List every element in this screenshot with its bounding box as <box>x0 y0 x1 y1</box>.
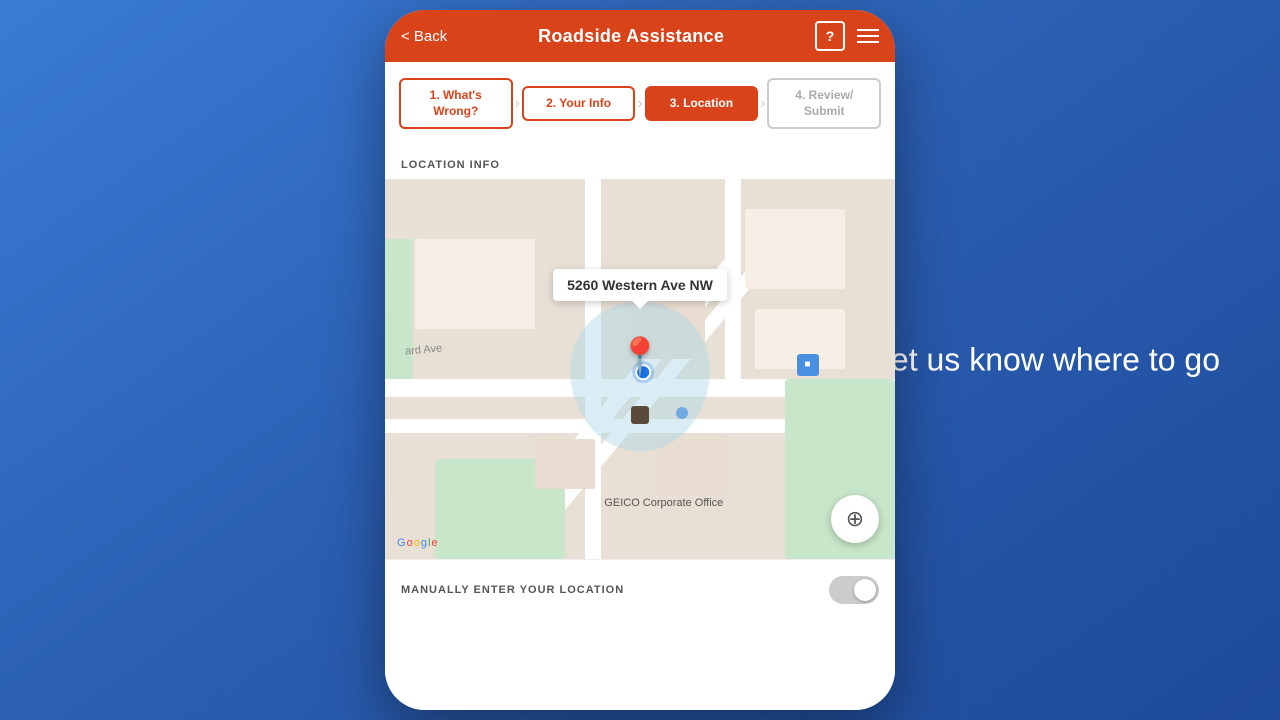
header-icons: ? <box>815 21 879 51</box>
manual-location-row: MANUALLY ENTER YOUR LOCATION <box>385 559 895 620</box>
g-yellow: o <box>414 537 420 549</box>
map-container[interactable]: ard Ave 5260 Western Ave NW 📍 ■ GEICO Co… <box>385 179 895 559</box>
step-4: 4. Review/ Submit <box>767 78 881 129</box>
step-3[interactable]: 3. Location <box>645 86 759 122</box>
map-pin: 📍 <box>618 336 663 378</box>
g-blue2: g <box>421 537 427 549</box>
brown-marker <box>631 406 649 424</box>
small-blue-dot <box>676 407 688 419</box>
hamburger-line <box>857 41 879 43</box>
step-1-label: 1. What's Wrong? <box>411 88 501 119</box>
hamburger-line <box>857 35 879 37</box>
help-button[interactable]: ? <box>815 21 845 51</box>
blue-marker-icon: ■ <box>804 359 810 370</box>
google-watermark: G o o g l e <box>397 537 438 549</box>
g-green: l <box>428 537 430 549</box>
address-tooltip: 5260 Western Ave NW <box>553 269 727 301</box>
step-1[interactable]: 1. What's Wrong? <box>399 78 513 129</box>
header-title: Roadside Assistance <box>538 26 724 47</box>
step-4-label: 4. Review/ Submit <box>779 88 869 119</box>
step-3-label: 3. Location <box>670 96 733 112</box>
target-icon: ⊕ <box>846 506 864 532</box>
my-location-button[interactable]: ⊕ <box>831 495 879 543</box>
step-arrow-1: › <box>515 95 520 113</box>
address-text: 5260 Western Ave NW <box>567 277 713 293</box>
step-arrow-3: › <box>760 95 765 113</box>
geico-label: GEICO Corporate Office <box>604 497 723 509</box>
location-section-label: LOCATION INFO <box>385 145 895 179</box>
phone-frame: < Back Roadside Assistance ? 1. What's W… <box>385 10 895 710</box>
back-button[interactable]: < Back <box>401 28 447 45</box>
step-2[interactable]: 2. Your Info <box>522 86 636 122</box>
blue-square-marker: ■ <box>797 354 819 376</box>
step-2-label: 2. Your Info <box>546 96 611 112</box>
step-arrow-2: › <box>637 95 642 113</box>
menu-button[interactable] <box>857 29 879 43</box>
app-header: < Back Roadside Assistance ? <box>385 10 895 62</box>
manual-location-toggle[interactable] <box>829 576 879 604</box>
g-red: o <box>407 537 413 549</box>
g-red2: e <box>431 537 437 549</box>
g-blue: G <box>397 537 406 549</box>
question-mark-icon: ? <box>826 28 835 44</box>
manual-location-label: MANUALLY ENTER YOUR LOCATION <box>401 584 624 596</box>
steps-container: 1. What's Wrong? › 2. Your Info › 3. Loc… <box>385 62 895 145</box>
right-tagline: Let us know where to go <box>873 342 1220 379</box>
content-area: LOCATION INFO <box>385 145 895 710</box>
hamburger-line <box>857 29 879 31</box>
